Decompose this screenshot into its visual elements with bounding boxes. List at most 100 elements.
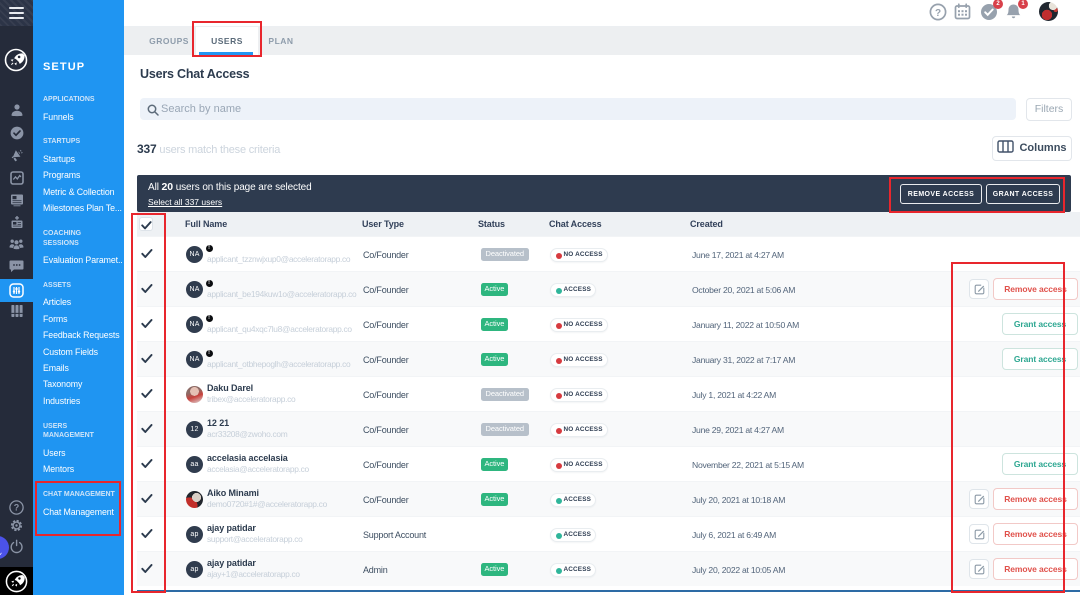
sidebar-item-milestones-plan-te[interactable]: Milestones Plan Te... — [43, 200, 123, 216]
grant-access-button[interactable]: Grant access — [1002, 348, 1078, 370]
settings-gear-icon[interactable] — [0, 518, 33, 538]
hamburger-menu-button[interactable] — [0, 0, 33, 26]
sidebar-section-applications: APPLICATIONS — [43, 96, 95, 103]
rail-chart-icon[interactable] — [0, 171, 33, 190]
tab-groups[interactable]: GROUPS — [148, 27, 190, 55]
created-date: July 1, 2021 at 4:22 AM — [692, 389, 777, 400]
row-checkbox[interactable] — [141, 389, 157, 399]
chat-access-pill: NO ACCESS — [550, 388, 608, 402]
tab-users[interactable]: USERS — [196, 27, 258, 55]
topbar-help-icon[interactable]: ? — [929, 3, 947, 21]
topbar-tasks-icon[interactable]: 2 — [980, 0, 1003, 21]
user-type: Admin — [363, 564, 388, 575]
status-badge: Active — [481, 318, 508, 331]
chat-access-pill: ACCESS — [550, 563, 597, 577]
rail-applications-icon[interactable] — [0, 103, 33, 122]
row-checkbox[interactable] — [141, 284, 157, 294]
header-full-name[interactable]: Full Name — [185, 212, 227, 236]
user-avatar[interactable] — [1039, 2, 1058, 21]
select-all-checkbox[interactable] — [139, 217, 153, 231]
app-logo-icon[interactable] — [4, 48, 28, 72]
topbar-bell-icon[interactable]: 1 — [1005, 0, 1028, 21]
sidebar-item-taxonomy[interactable]: Taxonomy — [43, 376, 123, 392]
rail-chat-icon[interactable] — [0, 259, 33, 278]
row-checkbox[interactable] — [141, 564, 157, 574]
rail-check-icon[interactable] — [0, 126, 33, 145]
tasks-badge: 2 — [993, 0, 1003, 9]
row-checkbox[interactable] — [141, 354, 157, 364]
grant-access-button[interactable]: Grant access — [1002, 453, 1078, 475]
rail-people-icon[interactable] — [0, 237, 33, 255]
table-row: NA ! applicant_be194kuw1o@acceleratorapp… — [137, 271, 1080, 306]
sidebar-item-emails[interactable]: Emails — [43, 360, 123, 376]
header-status[interactable]: Status — [478, 212, 505, 236]
sidebar-item-metric-collection[interactable]: Metric & Collection — [43, 184, 123, 200]
sidebar-item-funnels[interactable]: Funnels — [43, 109, 123, 125]
rail-active-item-setup[interactable] — [0, 279, 33, 302]
open-chat-icon-button[interactable] — [969, 524, 989, 544]
chat-access-pill: NO ACCESS — [550, 353, 608, 367]
user-type: Co/Founder — [363, 249, 409, 260]
sidebar-item-industries[interactable]: Industries — [43, 393, 123, 409]
topbar-calendar-icon[interactable] — [954, 3, 972, 21]
row-checkbox[interactable] — [141, 459, 157, 469]
select-all-link[interactable]: Select all 337 users — [148, 197, 222, 207]
table-row: NA ! applicant_tzznwjxup0@acceleratorapp… — [137, 236, 1080, 271]
sidebar-item-mentors[interactable]: Mentors — [43, 461, 123, 477]
row-checkbox[interactable] — [141, 529, 157, 539]
search-input[interactable]: Search by name — [140, 98, 1016, 120]
columns-button[interactable]: Columns — [992, 136, 1072, 161]
remove-access-button[interactable]: Remove access — [993, 488, 1078, 510]
remove-access-button[interactable]: Remove access — [993, 523, 1078, 545]
svg-text:?: ? — [14, 503, 20, 513]
avatar: DD — [186, 386, 203, 403]
open-chat-icon-button[interactable] — [969, 489, 989, 509]
sidebar-item-programs[interactable]: Programs — [43, 167, 123, 183]
chat-access-pill: ACCESS — [550, 528, 597, 542]
status-badge: Active — [481, 493, 508, 506]
rail-megaphone-icon[interactable] — [0, 148, 33, 168]
sidebar-item-feedback-requests[interactable]: Feedback Requests — [43, 327, 123, 343]
grant-access-bulk-button[interactable]: GRANT ACCESS — [986, 184, 1060, 204]
filters-button[interactable]: Filters — [1026, 98, 1072, 121]
remove-access-button[interactable]: Remove access — [993, 278, 1078, 300]
row-checkbox[interactable] — [141, 249, 157, 259]
rail-startup-icon[interactable] — [0, 215, 33, 234]
user-type: Co/Founder — [363, 319, 409, 330]
sidebar-item-articles[interactable]: Articles — [43, 294, 123, 310]
sidebar-item-custom-fields[interactable]: Custom Fields — [43, 344, 123, 360]
grant-access-button[interactable]: Grant access — [1002, 313, 1078, 335]
help-icon[interactable]: ? — [0, 500, 33, 520]
sidebar-sections: APPLICATIONS Funnels STARTUPS Startups Progr… — [43, 95, 123, 520]
tab-plan[interactable]: PLAN — [263, 27, 299, 55]
sidebar-item-users[interactable]: Users — [43, 445, 123, 461]
open-chat-icon-button[interactable] — [969, 279, 989, 299]
row-checkbox[interactable] — [141, 424, 157, 434]
open-chat-icon-button[interactable] — [969, 559, 989, 579]
row-checkbox[interactable] — [141, 319, 157, 329]
sidebar-item-startups[interactable]: Startups — [43, 151, 123, 167]
chat-access-dot — [555, 462, 562, 469]
rail-board-icon[interactable] — [0, 193, 33, 212]
results-count-number: 337 — [137, 142, 157, 156]
remove-access-bulk-button[interactable]: REMOVE ACCESS — [900, 184, 982, 204]
rail-library-icon[interactable] — [0, 304, 33, 323]
chat-access-dot — [555, 532, 562, 539]
header-created[interactable]: Created — [690, 212, 723, 236]
remove-access-button[interactable]: Remove access — [993, 558, 1078, 580]
row-checkbox[interactable] — [141, 494, 157, 504]
header-chat-access[interactable]: Chat Access — [549, 212, 602, 236]
header-user-type[interactable]: User Type — [362, 212, 404, 236]
created-date: November 22, 2021 at 5:15 AM — [692, 459, 804, 470]
table-row: 12 12 21 acr33208@zwoho.com Co/Founder D… — [137, 411, 1080, 446]
topbar: ? 2 1 — [124, 0, 1080, 27]
chat-access-pill: NO ACCESS — [550, 423, 608, 437]
created-date: June 17, 2021 at 4:27 AM — [692, 249, 784, 260]
icon-rail: ? — [0, 0, 33, 595]
created-date: June 29, 2021 at 4:27 AM — [692, 424, 784, 435]
sidebar-item-chat-management[interactable]: Chat Management — [43, 504, 123, 520]
results-count: 337 users match these criteria — [137, 142, 280, 156]
sidebar-item-evaluation-paramet[interactable]: Evaluation Paramet... — [43, 252, 123, 268]
user-name: 12 21 — [207, 418, 230, 428]
sidebar-item-forms[interactable]: Forms — [43, 311, 123, 327]
